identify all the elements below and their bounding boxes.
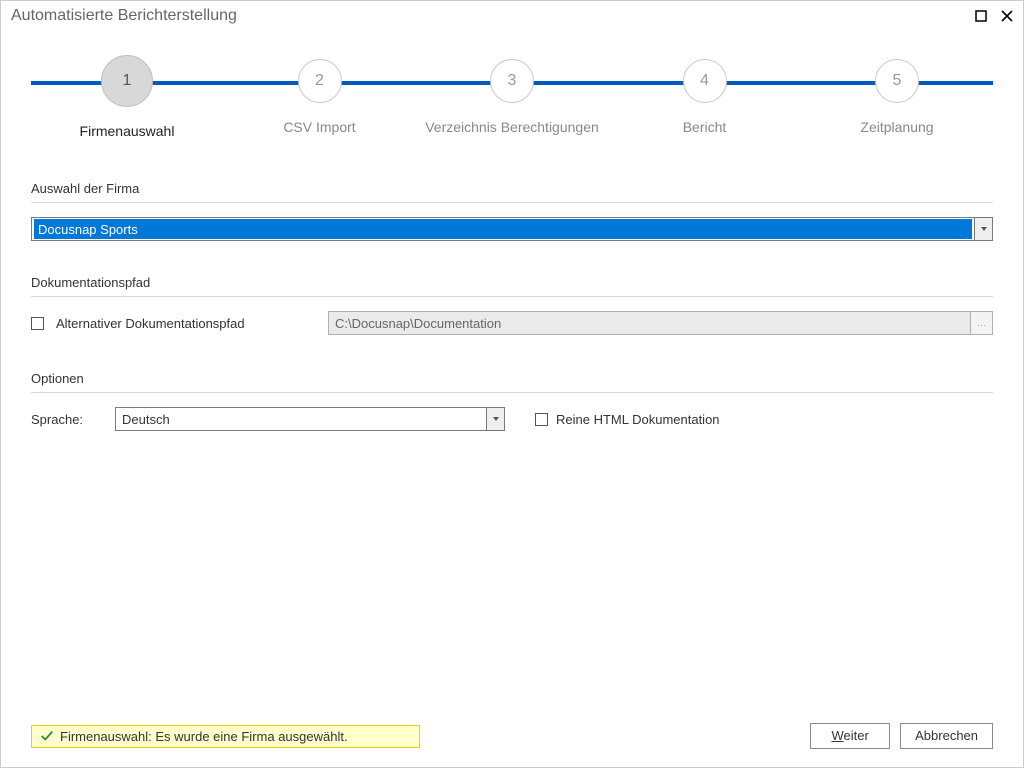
alt-docpath-label: Alternativer Dokumentationspfad bbox=[56, 316, 316, 331]
language-select-dropdown-button[interactable] bbox=[486, 408, 504, 430]
docpath-browse-button[interactable]: … bbox=[970, 312, 992, 334]
step-1-label: Firmenauswahl bbox=[31, 123, 223, 139]
footer: Firmenauswahl: Es wurde eine Firma ausge… bbox=[31, 723, 993, 749]
step-5[interactable]: 5 Zeitplanung bbox=[801, 51, 993, 139]
step-5-label: Zeitplanung bbox=[801, 119, 993, 135]
section-title-docpath: Dokumentationspfad bbox=[31, 275, 993, 290]
step-2-circle: 2 bbox=[298, 59, 342, 103]
section-divider bbox=[31, 202, 993, 203]
language-select[interactable]: Deutsch bbox=[115, 407, 505, 431]
title-bar: Automatisierte Berichterstellung bbox=[1, 1, 1023, 31]
step-2-label: CSV Import bbox=[224, 119, 416, 135]
company-select-value: Docusnap Sports bbox=[34, 219, 972, 239]
html-only-checkbox[interactable] bbox=[535, 413, 548, 426]
docpath-value: C:\Docusnap\Documentation bbox=[329, 314, 970, 333]
status-text: Firmenauswahl: Es wurde eine Firma ausge… bbox=[60, 729, 348, 744]
language-select-value: Deutsch bbox=[116, 412, 486, 427]
chevron-down-icon bbox=[493, 417, 499, 421]
next-button[interactable]: Weiter bbox=[810, 723, 890, 749]
close-icon[interactable] bbox=[1001, 10, 1013, 22]
html-only-label: Reine HTML Dokumentation bbox=[556, 412, 720, 427]
step-3[interactable]: 3 Verzeichnis Berechtigungen bbox=[416, 51, 608, 139]
check-icon bbox=[40, 729, 54, 743]
section-divider bbox=[31, 392, 993, 393]
step-5-circle: 5 bbox=[875, 59, 919, 103]
company-select-dropdown-button[interactable] bbox=[974, 218, 992, 240]
step-2[interactable]: 2 CSV Import bbox=[224, 51, 416, 139]
company-select[interactable]: Docusnap Sports bbox=[31, 217, 993, 241]
section-title-options: Optionen bbox=[31, 371, 993, 386]
maximize-icon[interactable] bbox=[975, 10, 987, 22]
content-area: Auswahl der Firma Docusnap Sports Dokume… bbox=[1, 181, 1023, 431]
step-3-label: Verzeichnis Berechtigungen bbox=[416, 119, 608, 135]
docpath-field: C:\Docusnap\Documentation … bbox=[328, 311, 993, 335]
status-bar: Firmenauswahl: Es wurde eine Firma ausge… bbox=[31, 725, 420, 748]
step-3-circle: 3 bbox=[490, 59, 534, 103]
step-4-circle: 4 bbox=[683, 59, 727, 103]
window-title: Automatisierte Berichterstellung bbox=[11, 7, 237, 25]
step-1-circle: 1 bbox=[101, 55, 153, 107]
step-4[interactable]: 4 Bericht bbox=[609, 51, 801, 139]
alt-docpath-checkbox[interactable] bbox=[31, 317, 44, 330]
section-title-company: Auswahl der Firma bbox=[31, 181, 993, 196]
chevron-down-icon bbox=[981, 227, 987, 231]
language-label: Sprache: bbox=[31, 412, 85, 427]
step-4-label: Bericht bbox=[609, 119, 801, 135]
step-1[interactable]: 1 Firmenauswahl bbox=[31, 51, 223, 139]
section-divider bbox=[31, 296, 993, 297]
cancel-button[interactable]: Abbrechen bbox=[900, 723, 993, 749]
wizard-stepper: 1 Firmenauswahl 2 CSV Import 3 Verzeichn… bbox=[31, 51, 993, 151]
